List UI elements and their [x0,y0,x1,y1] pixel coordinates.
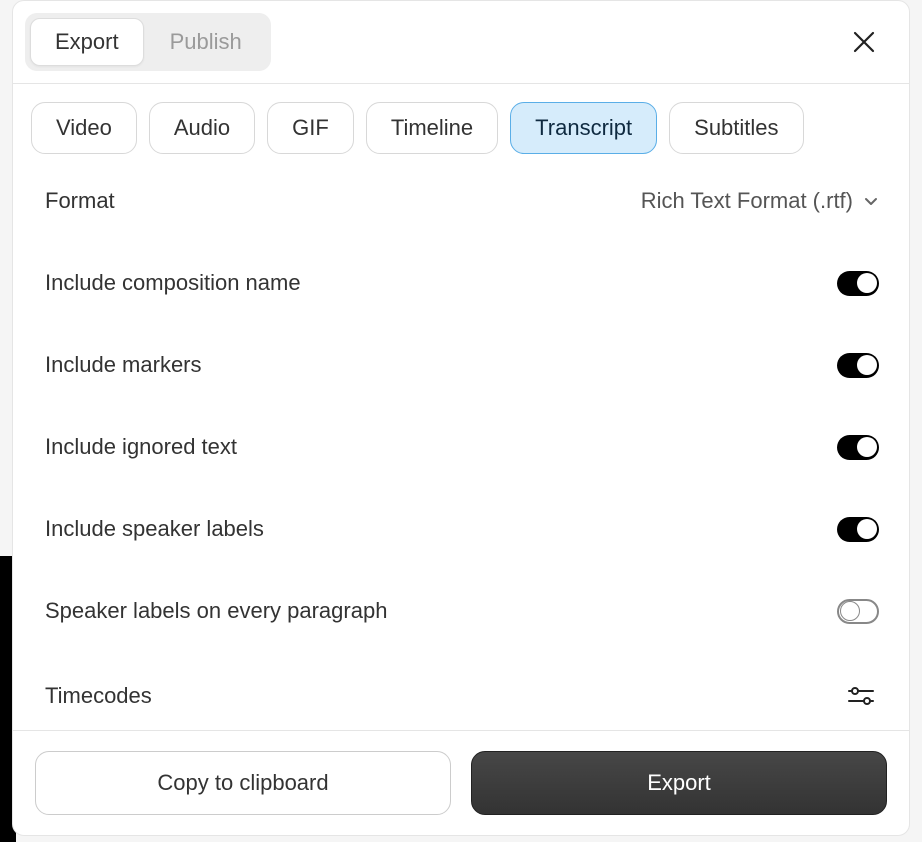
toggle-include-composition-name[interactable] [837,271,879,296]
sliders-icon [847,684,875,708]
export-panel: Export Publish Video Audio GIF Timeline … [12,0,910,836]
close-icon [851,29,877,55]
format-value: Rich Text Format (.rtf) [641,188,853,214]
panel-footer: Copy to clipboard Export [13,730,909,835]
export-button[interactable]: Export [471,751,887,815]
timecodes-row: Timecodes [13,652,909,730]
option-label: Include speaker labels [45,516,264,542]
chevron-down-icon [863,193,879,209]
export-type-tabs: Video Audio GIF Timeline Transcript Subt… [13,84,909,160]
timecodes-settings-button[interactable] [843,680,879,712]
option-include-ignored-text: Include ignored text [13,406,909,488]
toggle-include-speaker-labels[interactable] [837,517,879,542]
header-tab-publish[interactable]: Publish [146,18,266,66]
sub-tab-audio[interactable]: Audio [149,102,255,154]
copy-to-clipboard-button[interactable]: Copy to clipboard [35,751,451,815]
toggle-speaker-labels-every-paragraph[interactable] [837,599,879,624]
option-speaker-labels-every-paragraph: Speaker labels on every paragraph [13,570,909,652]
format-dropdown[interactable]: Rich Text Format (.rtf) [641,188,879,214]
sub-tab-subtitles[interactable]: Subtitles [669,102,803,154]
option-label: Speaker labels on every paragraph [45,598,387,624]
toggle-include-markers[interactable] [837,353,879,378]
timecodes-label: Timecodes [45,683,152,709]
header-tab-export[interactable]: Export [30,18,144,66]
panel-body: Video Audio GIF Timeline Transcript Subt… [13,84,909,730]
format-label: Format [45,188,115,214]
close-button[interactable] [843,21,885,63]
toggle-include-ignored-text[interactable] [837,435,879,460]
sub-tab-timeline[interactable]: Timeline [366,102,498,154]
option-include-composition-name: Include composition name [13,242,909,324]
option-label: Include ignored text [45,434,237,460]
option-label: Include markers [45,352,202,378]
option-include-markers: Include markers [13,324,909,406]
option-label: Include composition name [45,270,301,296]
format-row: Format Rich Text Format (.rtf) [13,160,909,242]
option-include-speaker-labels: Include speaker labels [13,488,909,570]
panel-header: Export Publish [13,1,909,84]
sub-tab-transcript[interactable]: Transcript [510,102,657,154]
sub-tab-gif[interactable]: GIF [267,102,354,154]
sub-tab-video[interactable]: Video [31,102,137,154]
header-tab-group: Export Publish [25,13,271,71]
